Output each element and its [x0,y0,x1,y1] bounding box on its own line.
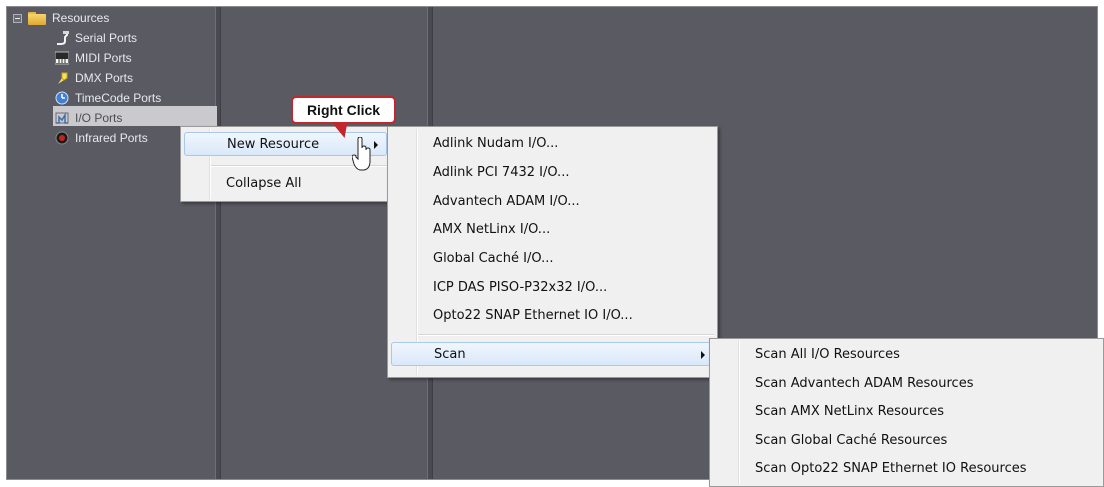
menu-item-scan-resource[interactable]: Scan AMX NetLinx Resources [713,400,1100,424]
menu-item-resource[interactable]: Advantech ADAM I/O... [391,190,714,214]
midi-keyboard-icon [54,51,70,65]
menu-item-label: Scan [434,347,466,362]
tree-item-dmx-ports[interactable]: DMX Ports [55,68,133,88]
tree-item-midi-ports[interactable]: MIDI Ports [54,48,132,68]
menu-item-scan[interactable]: Scan [391,342,714,366]
clock-icon [55,91,69,105]
scan-submenu: Scan All I/O Resources Scan Advantech AD… [709,338,1104,487]
menu-item-resource[interactable]: Adlink PCI 7432 I/O... [391,161,714,185]
callout-label: Right Click [306,102,381,118]
hand-cursor-icon [352,137,371,171]
serial-port-icon [55,31,69,45]
infrared-icon [55,131,69,145]
menu-item-label: Scan AMX NetLinx Resources [755,404,945,419]
menu-item-label: Scan Global Caché Resources [755,433,948,448]
folder-icon [28,11,46,25]
menu-item-scan-resource[interactable]: Scan Opto22 SNAP Ethernet IO Resources [713,457,1100,481]
tree-item-label: Infrared Ports [75,131,148,145]
io-port-icon [55,111,69,125]
menu-item-label: Scan Advantech ADAM Resources [755,376,974,391]
menu-item-resource[interactable]: AMX NetLinx I/O... [391,218,714,242]
menu-item-label: Adlink PCI 7432 I/O... [433,165,570,180]
menu-item-label: Collapse All [226,176,302,191]
menu-item-collapse-all[interactable]: Collapse All [184,172,387,196]
tree-item-label: MIDI Ports [75,51,132,65]
tree-item-label: Serial Ports [75,31,138,45]
tree-item-io-ports[interactable]: I/O Ports [55,108,122,128]
collapse-icon[interactable] [13,13,22,23]
tree-item-label: I/O Ports [75,111,123,125]
tree-item-timecode-ports[interactable]: TimeCode Ports [55,88,161,108]
menu-item-resource[interactable]: ICP DAS PISO-P32x32 I/O... [391,276,714,300]
menu-item-scan-resource[interactable]: Scan All I/O Resources [713,343,1100,367]
dmx-icon [55,71,69,85]
tree-item-serial-ports[interactable]: Serial Ports [55,28,137,48]
menu-item-label: New Resource [227,137,320,152]
menu-item-scan-resource[interactable]: Scan Global Caché Resources [713,429,1100,453]
menu-item-label: Global Caché I/O... [433,251,554,266]
menu-item-resource[interactable]: Global Caché I/O... [391,247,714,271]
menu-item-resource[interactable]: Opto22 SNAP Ethernet IO I/O... [391,304,714,328]
new-resource-submenu: Adlink Nudam I/O... Adlink PCI 7432 I/O.… [387,126,718,378]
menu-item-label: Opto22 SNAP Ethernet IO I/O... [433,308,633,323]
menu-separator [418,334,714,336]
menu-item-label: Adlink Nudam I/O... [433,136,559,151]
column-divider[interactable] [215,7,221,479]
menu-item-label: ICP DAS PISO-P32x32 I/O... [433,280,608,295]
menu-item-scan-resource[interactable]: Scan Advantech ADAM Resources [713,372,1100,396]
submenu-arrow-icon [374,141,378,149]
menu-item-label: AMX NetLinx I/O... [433,222,551,237]
tree-root-resources[interactable]: Resources [13,8,109,28]
submenu-arrow-icon [701,351,705,359]
tree-item-label: TimeCode Ports [75,91,162,105]
menu-item-resource[interactable]: Adlink Nudam I/O... [391,132,714,156]
tree-root-label: Resources [52,11,110,25]
menu-item-label: Advantech ADAM I/O... [433,194,580,209]
menu-item-label: Scan All I/O Resources [755,347,900,362]
tree-item-label: DMX Ports [75,71,134,85]
right-click-callout: Right Click [291,96,396,124]
tree-item-infrared-ports[interactable]: Infrared Ports [55,128,148,148]
menu-item-label: Scan Opto22 SNAP Ethernet IO Resources [755,461,1027,476]
